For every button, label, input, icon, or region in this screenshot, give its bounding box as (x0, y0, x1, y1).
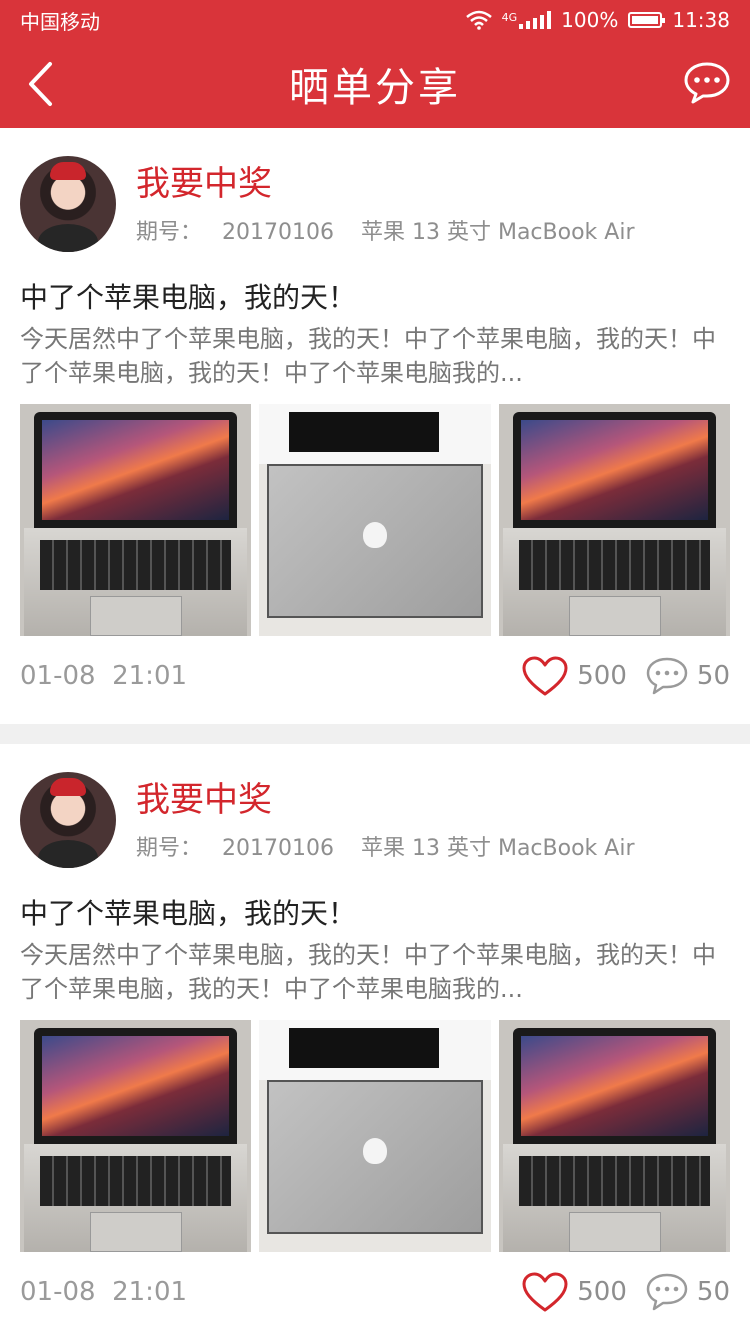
photo-laptop-open[interactable] (20, 404, 252, 636)
wifi-icon (465, 10, 492, 30)
issue-number: 20170106 (222, 220, 334, 245)
post-datetime: 01-08 21:01 (20, 1277, 187, 1307)
post-footer: 01-08 21:01 500 50 (20, 1272, 730, 1312)
issue-label: 期号： (136, 836, 203, 861)
like-count: 500 (577, 661, 627, 691)
clock: 11:38 (672, 8, 730, 32)
post-footer: 01-08 21:01 500 50 (20, 656, 730, 696)
post-date: 01-08 (20, 1277, 96, 1307)
post-title: 中了个苹果电脑，我的天！ (20, 281, 357, 314)
post-date: 01-08 (20, 661, 96, 691)
post-images (20, 404, 730, 636)
message-button[interactable] (682, 58, 732, 108)
comment-count: 50 (696, 1277, 730, 1307)
heart-icon (522, 1272, 568, 1312)
like-count: 500 (577, 1277, 627, 1307)
username[interactable]: 我要中奖 (136, 780, 635, 820)
message-icon (684, 62, 730, 104)
post-time: 21:01 (112, 1277, 188, 1307)
author-info: 我要中奖 期号： 20170106 苹果 13 英寸 MacBook Air (136, 156, 635, 246)
post-title: 中了个苹果电脑，我的天！ (20, 897, 357, 930)
app-screen: 中国移动 4G 100% 11:38 晒单分享 我要中奖 期号： 2017010… (0, 0, 750, 1334)
page-title: 晒单分享 (289, 65, 461, 111)
issue-label: 期号： (136, 220, 203, 245)
comment-button[interactable]: 50 (645, 656, 730, 696)
post-datetime: 01-08 21:01 (20, 661, 187, 691)
back-button[interactable] (18, 58, 62, 110)
avatar[interactable] (20, 156, 116, 252)
share-post-card[interactable]: 我要中奖 期号： 20170106 苹果 13 英寸 MacBook Air 中了… (0, 744, 750, 1334)
issue-meta: 期号： 20170106 苹果 13 英寸 MacBook Air (136, 214, 635, 246)
comment-icon (646, 657, 688, 695)
photo-laptop-closed[interactable] (259, 1020, 491, 1252)
like-button[interactable]: 500 (521, 655, 627, 697)
post-author: 我要中奖 期号： 20170106 苹果 13 英寸 MacBook Air (20, 156, 730, 256)
product-name: 苹果 13 英寸 MacBook Air (361, 836, 635, 861)
heart-icon (522, 656, 568, 696)
author-info: 我要中奖 期号： 20170106 苹果 13 英寸 MacBook Air (136, 772, 635, 862)
carrier-label: 中国移动 (20, 9, 100, 34)
post-author: 我要中奖 期号： 20170106 苹果 13 英寸 MacBook Air (20, 772, 730, 872)
photo-laptop-open[interactable] (498, 404, 730, 636)
post-stats: 500 50 (521, 655, 730, 697)
like-button[interactable]: 500 (521, 1271, 627, 1313)
status-bar: 中国移动 4G 100% 11:38 (0, 0, 750, 40)
comment-button[interactable]: 50 (645, 1272, 730, 1312)
photo-laptop-open[interactable] (498, 1020, 730, 1252)
battery-icon (628, 12, 666, 28)
status-indicators: 4G 100% 11:38 (465, 8, 730, 32)
photo-laptop-closed[interactable] (259, 404, 491, 636)
signal-icon (519, 11, 552, 29)
battery-percent: 100% (561, 8, 619, 32)
post-images (20, 1020, 730, 1252)
post-body: 今天居然中了个苹果电脑，我的天！中了个苹果电脑，我的天！中了个苹果电脑，我的天！… (20, 325, 716, 387)
comment-count: 50 (696, 661, 730, 691)
post-time: 21:01 (112, 661, 188, 691)
back-arrow-icon (29, 62, 52, 106)
issue-number: 20170106 (222, 836, 334, 861)
avatar[interactable] (20, 772, 116, 868)
nav-bar: 晒单分享 (0, 40, 750, 128)
post-body: 今天居然中了个苹果电脑，我的天！中了个苹果电脑，我的天！中了个苹果电脑，我的天！… (20, 941, 716, 1003)
product-name: 苹果 13 英寸 MacBook Air (361, 220, 635, 245)
post-stats: 500 50 (521, 1271, 730, 1313)
issue-meta: 期号： 20170106 苹果 13 英寸 MacBook Air (136, 830, 635, 862)
network-type: 4G (501, 11, 518, 24)
comment-icon (646, 1273, 688, 1311)
username[interactable]: 我要中奖 (136, 164, 635, 204)
share-post-card[interactable]: 我要中奖 期号： 20170106 苹果 13 英寸 MacBook Air 中了… (0, 128, 750, 724)
photo-laptop-open[interactable] (20, 1020, 252, 1252)
